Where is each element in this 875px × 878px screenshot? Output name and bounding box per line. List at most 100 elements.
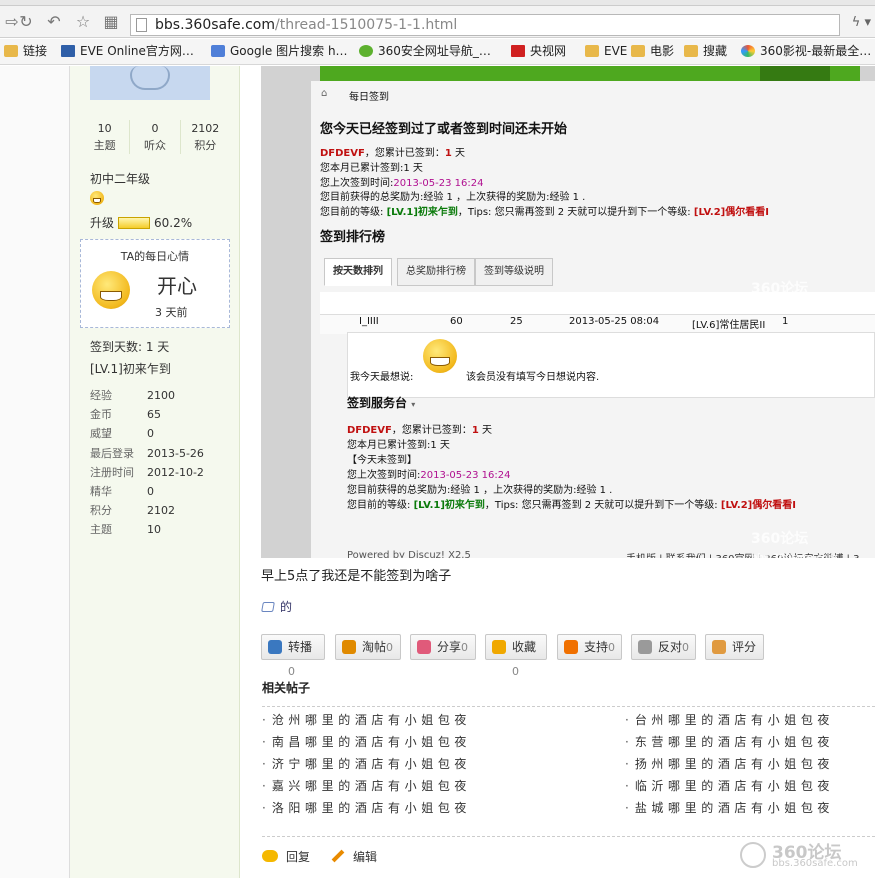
- info-row: 威望 0: [90, 424, 230, 443]
- stat-label: 主题: [93, 139, 116, 152]
- lightning-icon[interactable]: ϟ ▾: [852, 15, 871, 30]
- edit-button[interactable]: 编辑: [331, 848, 377, 865]
- avatar[interactable]: [90, 66, 210, 100]
- related-link[interactable]: 东营哪里的酒店有小姐包夜: [625, 733, 834, 750]
- action-count: 0: [461, 641, 469, 654]
- grid-icon[interactable]: ▦: [101, 12, 121, 32]
- stat-item[interactable]: 2102 积分: [181, 120, 230, 154]
- shot-rank-title: 签到排行榜: [320, 230, 386, 245]
- shot-s-line5: 您目前的等级: [LV.1]初来乍到，Tips: 您只需再签到 2 天就可以提升…: [347, 496, 796, 511]
- action-count: 0: [512, 665, 519, 678]
- shot-s-line1: DFDEVF，您累计已签到：1 天: [347, 421, 492, 436]
- url-domain: bbs.360safe.com: [155, 17, 276, 33]
- page-icon: [136, 18, 147, 32]
- info-key: 金币: [90, 408, 112, 422]
- related-divider: [262, 706, 875, 707]
- reply-button[interactable]: 回复: [262, 848, 310, 865]
- bookmark-item[interactable]: Google 图片搜索 h…: [211, 43, 348, 60]
- user-level[interactable]: [LV.1]初来乍到: [90, 360, 171, 377]
- info-value: 2012-10-2: [147, 465, 204, 479]
- shot-line5-b: ，Tips: 您只需再签到 2 天就可以提升到下一个等级:: [457, 207, 691, 218]
- mood-ago: 3 天前: [155, 306, 188, 319]
- action-button[interactable]: 分享0: [410, 634, 476, 660]
- tag-icon: [261, 602, 275, 612]
- action-button[interactable]: 收藏 0: [485, 634, 547, 678]
- speech-bubble-icon: [262, 850, 278, 862]
- info-value: 0: [147, 427, 154, 441]
- info-key: 积分: [90, 504, 112, 518]
- shot-wm1-a: 360论坛: [751, 281, 809, 297]
- action-button[interactable]: 评分: [705, 634, 764, 660]
- action-button[interactable]: 反对0: [631, 634, 696, 660]
- stat-item[interactable]: 10 主题: [80, 120, 131, 154]
- post-tag[interactable]: 的: [261, 598, 292, 615]
- shot-line5-next: [LV.2]偶尔看看I: [693, 207, 769, 218]
- info-value: 2013-5-26: [147, 446, 204, 460]
- action-button[interactable]: 支持0: [557, 634, 622, 660]
- related-link[interactable]: 盐城哪里的酒店有小姐包夜: [625, 799, 834, 816]
- bookmark-item[interactable]: 链接: [4, 43, 47, 60]
- shot-happy-face-icon: [423, 339, 457, 373]
- daily-mood-card: TA的每日心情 开心 3 天前: [80, 239, 230, 328]
- green-nav-bar: [320, 66, 860, 81]
- shot-line4: 您目前获得的总奖励为:经验 1 ，上次获得的奖励为:经验 1 .: [320, 192, 586, 203]
- action-button[interactable]: 淘帖0: [335, 634, 401, 660]
- stat-number: 2102: [191, 122, 220, 135]
- refresh-icon[interactable]: ↻: [16, 12, 36, 32]
- address-bar[interactable]: bbs.360safe.com/thread-1510075-1-1.html: [130, 14, 840, 36]
- shot-s-line3: 您上次签到时间:2013-05-23 16:24: [347, 466, 511, 481]
- bookmark-item[interactable]: 电影: [631, 43, 674, 60]
- bookmark-item[interactable]: 央视网: [511, 43, 566, 60]
- shot-user: DFDEVF: [320, 148, 365, 159]
- shot-watermark-2: 360论坛 bbs.360safe.com: [751, 528, 837, 558]
- stat-item[interactable]: 0 听众: [130, 120, 181, 154]
- shot-s-line5-b: ，Tips: 您只需再签到 2 天就可以提升到下一个等级:: [484, 500, 718, 511]
- related-link[interactable]: 沧州哪里的酒店有小姐包夜: [262, 711, 471, 728]
- shot-line5-lv: [LV.1]初来乍到: [386, 207, 458, 218]
- user-sidebar: 10 主题 0 听众 2102 积分 初中二年级 升级 60.2% TA的每日心情 开心 3…: [70, 66, 240, 878]
- shot-line5-a: 您目前的等级:: [320, 207, 384, 218]
- info-row: 积分 2102: [90, 501, 230, 520]
- url-path: /thread-1510075-1-1.html: [275, 17, 458, 33]
- bookmark-item[interactable]: 360影视-最新最全…: [741, 43, 871, 60]
- related-link[interactable]: 扬州哪里的酒店有小姐包夜: [625, 755, 834, 772]
- shot-s-line3-text: 您上次签到时间:: [347, 470, 421, 481]
- caret-down-icon: ▾: [411, 400, 416, 409]
- shot-tab-reward: 总奖励排行榜: [397, 258, 475, 286]
- undo-icon[interactable]: ↶: [44, 12, 64, 32]
- collect-box-icon: [342, 640, 356, 654]
- checkin-days: 签到天数: 1 天: [90, 340, 170, 354]
- bookmark-item[interactable]: 360安全网址导航_…: [359, 43, 491, 60]
- share-arrow-icon: [268, 640, 282, 654]
- related-link[interactable]: 洛阳哪里的酒店有小姐包夜: [262, 799, 471, 816]
- shot-line5: 您目前的等级: [LV.1]初来乍到，Tips: 您只需再签到 2 天就可以提升…: [320, 203, 769, 218]
- related-link[interactable]: 临沂哪里的酒店有小姐包夜: [625, 777, 834, 794]
- bookmark-item[interactable]: 搜藏: [684, 43, 727, 60]
- bookmark-label: 360安全网址导航_…: [378, 44, 491, 58]
- related-link[interactable]: 台州哪里的酒店有小姐包夜: [625, 711, 834, 728]
- info-key: 精华: [90, 484, 112, 498]
- favorite-star-icon[interactable]: ☆: [73, 12, 93, 32]
- shot-line1: DFDEVF，您累计已签到：1 天: [320, 144, 465, 159]
- bookmark-item[interactable]: EVE Online官方网…: [61, 43, 194, 60]
- shot-row-month: 25: [510, 316, 523, 327]
- shot-wm2-a: 360论坛: [751, 531, 809, 547]
- info-row: 注册时间 2012-10-2: [90, 463, 230, 482]
- bookmark-item[interactable]: EVE: [585, 43, 627, 60]
- related-link[interactable]: 济宁哪里的酒店有小姐包夜: [262, 755, 471, 772]
- info-key: 主题: [90, 523, 112, 537]
- related-link[interactable]: 南昌哪里的酒店有小姐包夜: [262, 733, 471, 750]
- home-icon: ⌂: [321, 88, 328, 99]
- shot-s-line5-next: [LV.2]偶尔看看I: [720, 500, 796, 511]
- shot-s-line1-text: ，您累计已签到：: [391, 425, 472, 436]
- user-rank: 初中二年级: [90, 172, 151, 186]
- related-link[interactable]: 嘉兴哪里的酒店有小姐包夜: [262, 777, 471, 794]
- action-label: 支持: [584, 640, 609, 654]
- browser-toolbar: ⇨ ↻ ↶ ☆ ▦ bbs.360safe.com/thread-1510075…: [0, 6, 875, 38]
- shot-s-line5-a: 您目前的等级:: [347, 500, 411, 511]
- action-count: 0: [608, 641, 616, 654]
- thumb-icon: [712, 640, 726, 654]
- bookmark-label: 央视网: [530, 44, 567, 58]
- action-button[interactable]: 转播 0: [261, 634, 325, 678]
- google-icon: [211, 45, 225, 57]
